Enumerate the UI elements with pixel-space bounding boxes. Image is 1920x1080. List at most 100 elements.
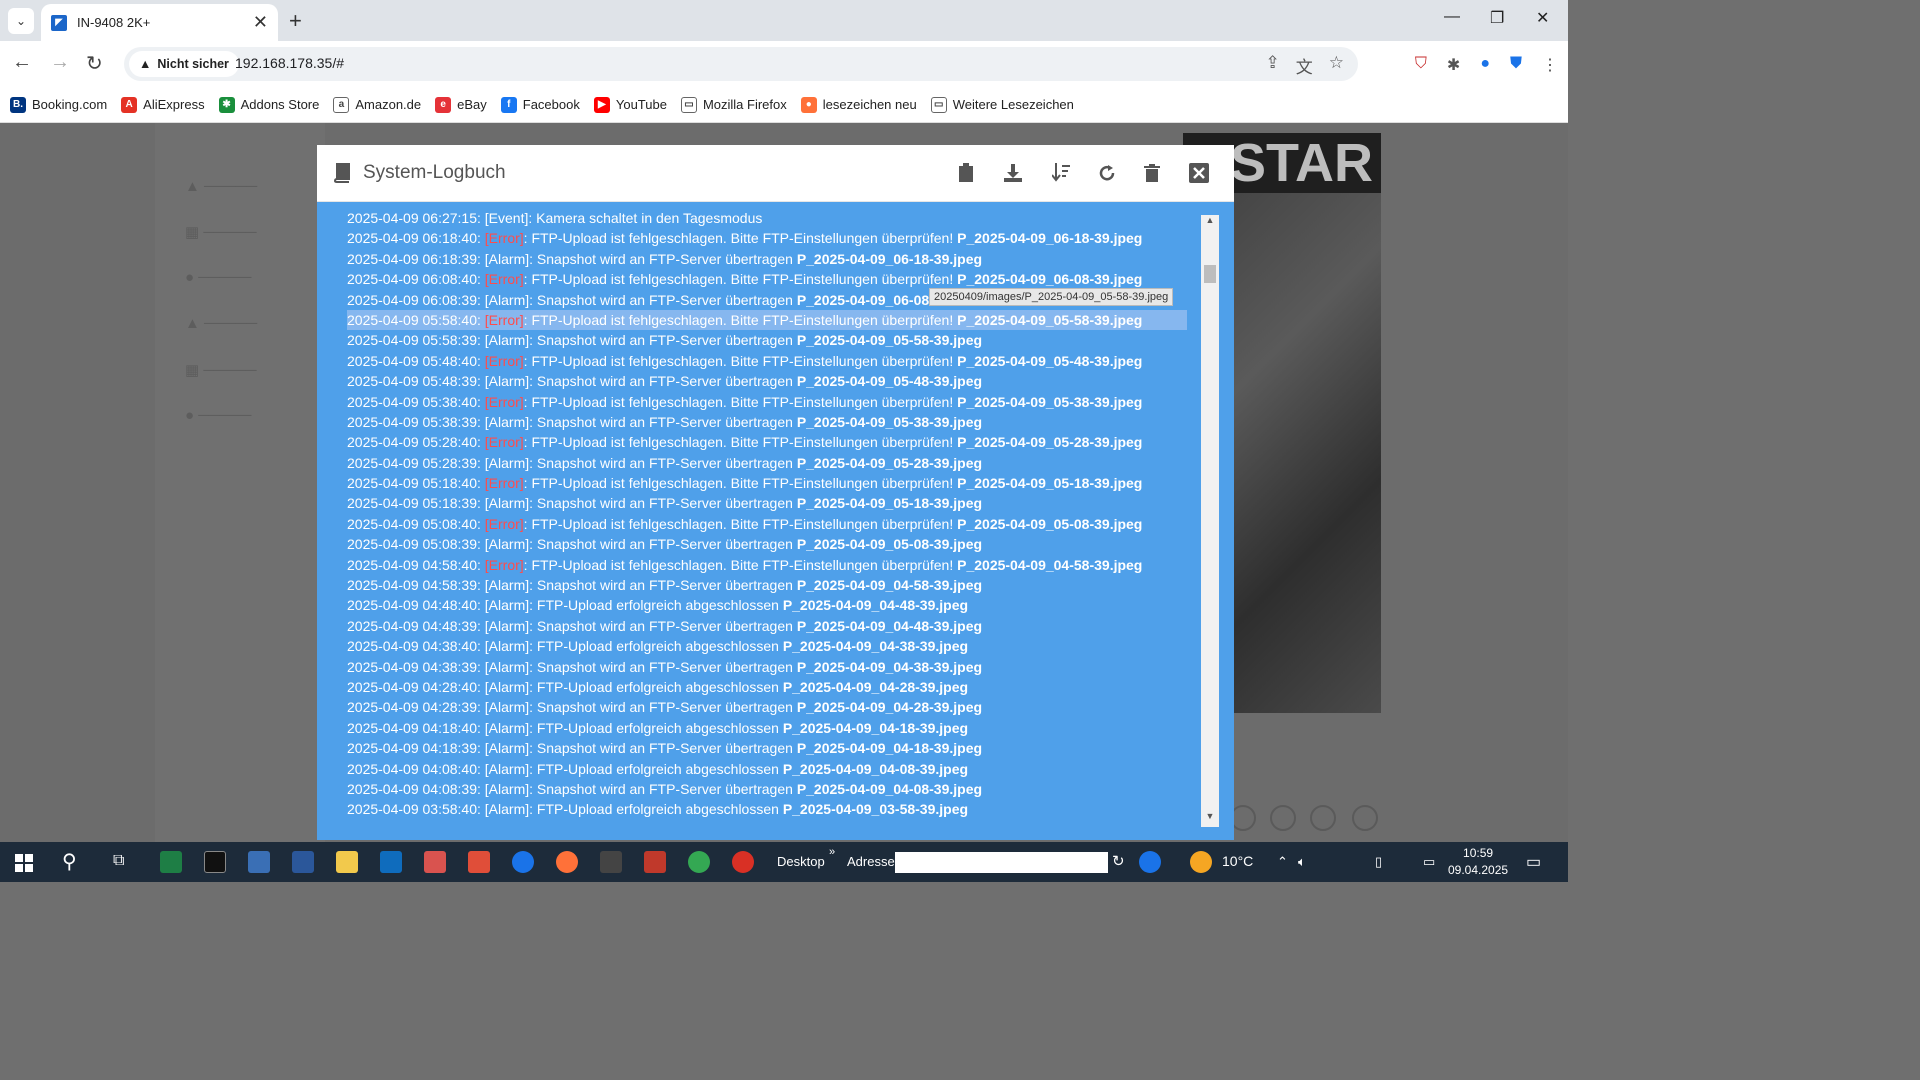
reload-button[interactable]: ↻ [86,51,103,76]
app-icon[interactable] [468,851,490,873]
log-filename[interactable]: P_2025-04-09_04-28-39.jpeg [797,699,982,715]
bookmark-item[interactable]: ▶ YouTube [593,96,667,113]
scroll-down-icon[interactable]: ▼ [1201,811,1219,827]
help-icon[interactable] [1139,851,1161,873]
log-filename[interactable]: P_2025-04-09_06-18-39.jpeg [957,230,1142,246]
close-dialog-button[interactable] [1187,161,1211,185]
share-icon[interactable]: ⇪ [1266,53,1280,78]
security-chip[interactable]: ▲ Nicht sicher [129,51,239,77]
bookmark-item[interactable]: ▭ Weitere Lesezeichen [930,96,1074,113]
back-button[interactable]: ← [12,51,32,74]
search-icon[interactable]: ⚲ [62,849,77,874]
bookmark-item[interactable]: ✱ Addons Store [218,96,319,113]
bookmark-item[interactable]: ● lesezeichen neu [800,96,917,113]
system-clock[interactable]: 10:59 09.04.2025 [1448,845,1508,879]
url-text[interactable]: 192.168.178.35/# [235,55,344,71]
sort-button[interactable] [1049,161,1073,185]
menu-kebab-icon[interactable]: ⋮ [1542,55,1558,75]
app-icon[interactable] [644,851,666,873]
tab-search-button[interactable]: ⌄ [8,8,34,34]
log-filename[interactable]: P_2025-04-09_05-18-39.jpeg [797,495,982,511]
forward-button[interactable]: → [50,51,70,74]
terminal-icon[interactable] [204,851,226,873]
window-close-button[interactable]: ✕ [1536,8,1549,28]
log-filename[interactable]: P_2025-04-09_05-28-39.jpeg [957,434,1142,450]
log-filename[interactable]: P_2025-04-09_05-08-39.jpeg [957,516,1142,532]
shield-icon[interactable]: ⛊ [1510,55,1522,75]
log-filename[interactable]: P_2025-04-09_05-48-39.jpeg [957,353,1142,369]
network-icon[interactable]: ▭ [1423,854,1435,870]
star-icon[interactable]: ☆ [1329,53,1344,78]
chrome-icon[interactable] [688,851,710,873]
log-filename[interactable]: P_2025-04-09_06-08-39.jpeg [957,271,1142,287]
app-icon[interactable] [512,851,534,873]
log-filename[interactable]: P_2025-04-09_05-58-39.jpeg [957,312,1142,328]
app-icon[interactable] [248,851,270,873]
bookmark-item[interactable]: e eBay [435,96,487,113]
refresh-icon[interactable]: ↻ [1112,852,1125,870]
log-filename[interactable]: P_2025-04-09_05-58-39.jpeg [797,332,982,348]
log-filename[interactable]: P_2025-04-09_04-18-39.jpeg [783,720,968,736]
log-scrollbar[interactable]: ▲ ▼ [1201,215,1219,827]
tab-close-icon[interactable]: ✕ [253,12,268,33]
address-bar[interactable]: ▲ Nicht sicher 192.168.178.35/# ⇪ 文 ☆ [124,47,1358,81]
tray-chevron-icon[interactable]: ⌃ [1277,854,1288,870]
bookmark-item[interactable]: A AliExpress [121,96,205,113]
chevron-icon[interactable]: » [829,846,835,858]
log-filename[interactable]: P_2025-04-09_06-08 [797,292,929,308]
weather-icon[interactable] [1190,851,1212,873]
log-filename[interactable]: P_2025-04-09_05-38-39.jpeg [957,394,1142,410]
log-filename[interactable]: P_2025-04-09_03-58-39.jpeg [783,801,968,817]
log-filename[interactable]: P_2025-04-09_05-28-39.jpeg [797,455,982,471]
log-filename[interactable]: P_2025-04-09_04-18-39.jpeg [797,740,982,756]
extensions-puzzle-icon[interactable]: ✱ [1447,55,1460,75]
bookmark-item[interactable]: f Facebook [500,96,580,113]
bookmark-item[interactable]: a Amazon.de [333,96,421,113]
log-filename[interactable]: P_2025-04-09_04-38-39.jpeg [783,638,968,654]
log-filename[interactable]: P_2025-04-09_05-38-39.jpeg [797,414,982,430]
log-filename[interactable]: P_2025-04-09_04-48-39.jpeg [797,618,982,634]
tab-active[interactable]: ◤ IN-9408 2K+ ✕ [41,4,278,41]
clipboard-button[interactable] [954,161,978,185]
log-filename[interactable]: P_2025-04-09_04-38-39.jpeg [797,659,982,675]
new-tab-button[interactable]: + [289,8,302,34]
firefox-icon[interactable] [556,851,578,873]
bookmark-item[interactable]: ▭ Mozilla Firefox [680,96,787,113]
restore-button[interactable]: ❐ [1490,8,1504,28]
word-icon[interactable] [292,851,314,873]
file-explorer-icon[interactable] [336,851,358,873]
log-filename[interactable]: P_2025-04-09_05-08-39.jpeg [797,536,982,552]
address-toolbar-input[interactable] [895,852,1108,873]
app-icon[interactable] [600,851,622,873]
log-filename[interactable]: P_2025-04-09_04-08-39.jpeg [783,761,968,777]
log-filename[interactable]: P_2025-04-09_04-28-39.jpeg [783,679,968,695]
notification-icon[interactable]: ▭ [1526,852,1541,872]
log-filename[interactable]: P_2025-04-09_04-58-39.jpeg [957,557,1142,573]
task-view-icon[interactable]: ⧉ [113,852,124,870]
log-message: : Snapshot wird an FTP-Server übertragen [529,332,797,349]
bookmark-item[interactable]: B. Booking.com [10,96,107,113]
log-filename[interactable]: P_2025-04-09_04-48-39.jpeg [783,597,968,613]
app-icon[interactable] [732,851,754,873]
profile-icon[interactable]: ● [1480,55,1490,75]
excel-icon[interactable] [160,851,182,873]
ublock-icon[interactable]: ⛉ [1415,55,1427,75]
minimize-button[interactable]: — [1444,8,1460,26]
outlook-icon[interactable] [380,851,402,873]
windows-start-icon[interactable] [15,854,33,872]
app-icon[interactable] [424,851,446,873]
scroll-up-icon[interactable]: ▲ [1201,215,1219,231]
desktop-toolbar-label[interactable]: Desktop [777,854,825,869]
log-filename[interactable]: P_2025-04-09_04-08-39.jpeg [797,781,982,797]
download-button[interactable] [1001,161,1025,185]
scroll-thumb[interactable] [1204,265,1216,283]
delete-button[interactable] [1140,161,1164,185]
volume-icon[interactable]: 🔈︎ [1298,854,1306,870]
translate-icon[interactable]: 文 [1296,53,1313,78]
log-filename[interactable]: P_2025-04-09_05-48-39.jpeg [797,373,982,389]
log-filename[interactable]: P_2025-04-09_04-58-39.jpeg [797,577,982,593]
log-filename[interactable]: P_2025-04-09_06-18-39.jpeg [797,251,982,267]
refresh-button[interactable] [1095,161,1119,185]
log-filename[interactable]: P_2025-04-09_05-18-39.jpeg [957,475,1142,491]
battery-icon[interactable]: ▯ [1375,854,1382,870]
